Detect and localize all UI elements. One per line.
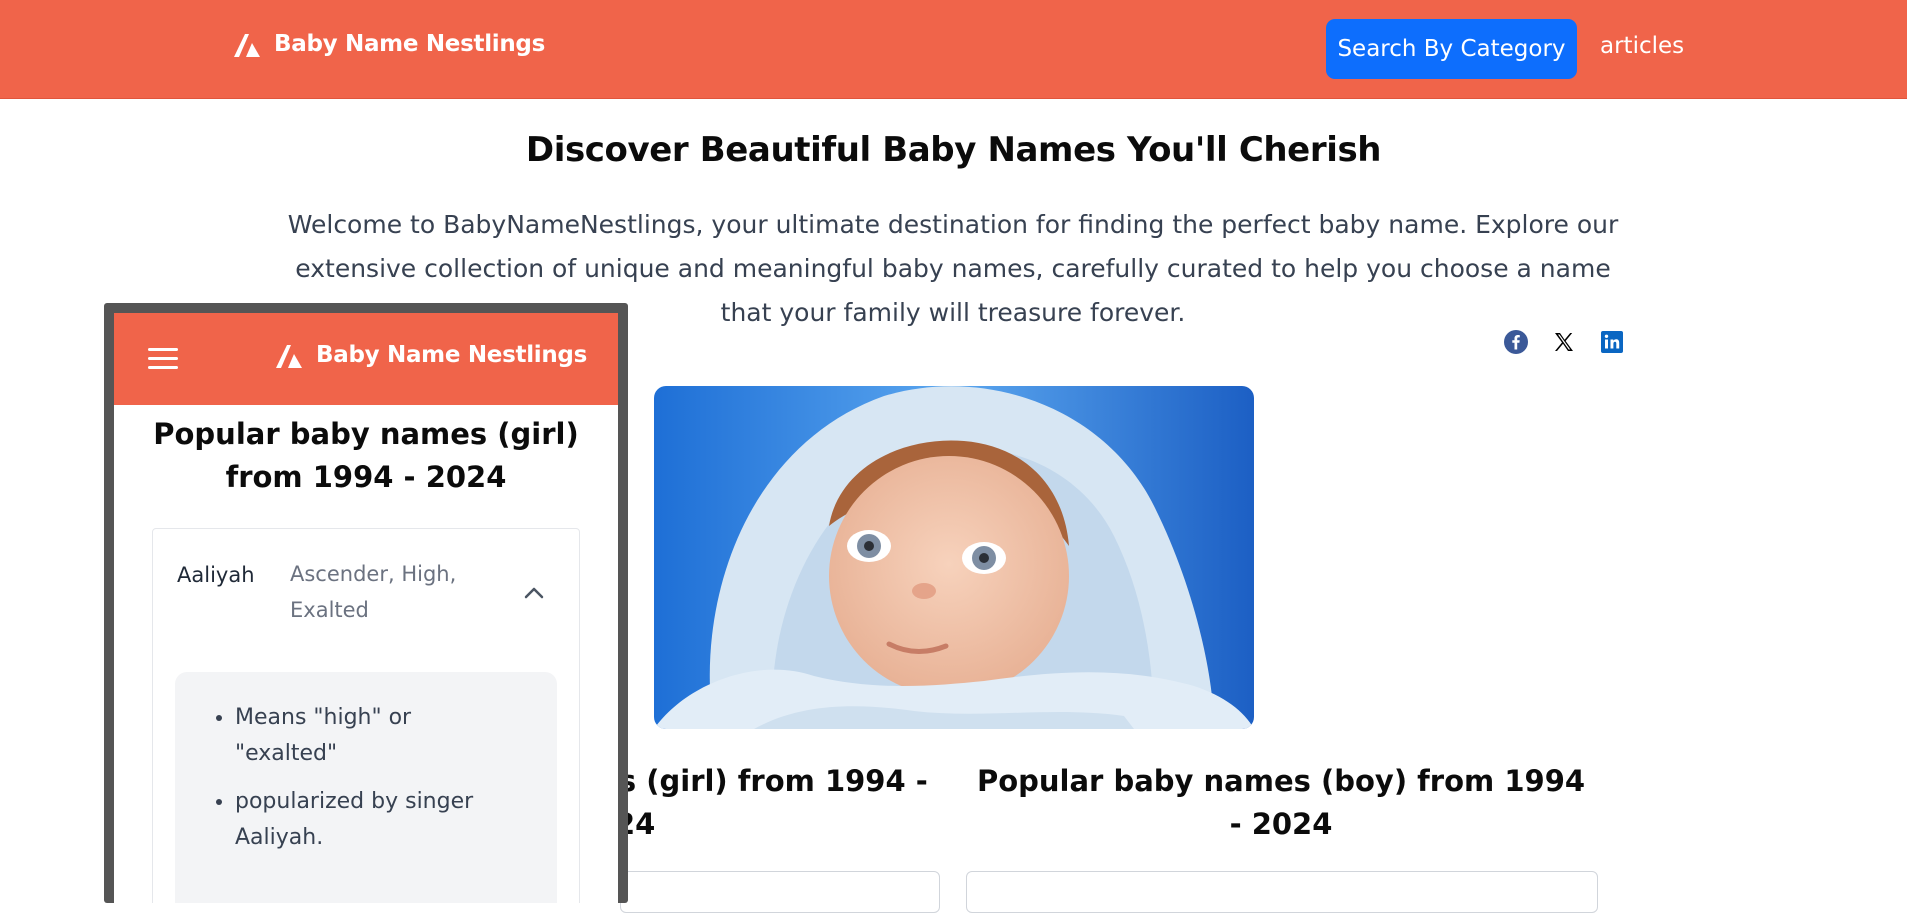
brand-link[interactable]: Baby Name Nestlings — [232, 30, 545, 58]
detail-item: popularized by singer Aaliyah. — [235, 784, 557, 856]
chevron-up-icon[interactable] — [523, 585, 545, 599]
x-icon[interactable] — [1552, 330, 1576, 354]
mobile-brand-name: Baby Name Nestlings — [316, 342, 587, 368]
brand-name: Baby Name Nestlings — [274, 31, 545, 57]
hamburger-icon[interactable] — [148, 348, 178, 370]
page-title: Discover Beautiful Baby Names You'll Che… — [525, 130, 1382, 170]
mobile-section-title: Popular baby names (girl) from 1994 - 20… — [153, 417, 579, 494]
boy-names-section-title: Popular baby names (boy) from 1994 - 202… — [976, 764, 1586, 841]
name-details-panel: Means "high" or "exalted" popularized by… — [175, 672, 557, 903]
name-accordion-item[interactable]: Aaliyah Ascender, High, Exalted Means "h… — [152, 528, 580, 903]
hero-baby-image — [654, 386, 1254, 729]
mobile-screen: Baby Name Nestlings Popular baby names (… — [114, 313, 618, 903]
boy-names-list-card — [966, 871, 1598, 913]
name-meaning: Ascender, High, Exalted — [290, 562, 457, 622]
baby-name: Aaliyah — [177, 563, 255, 587]
girl-names-list-card — [620, 871, 940, 913]
brand-logo-icon — [276, 345, 302, 368]
facebook-icon[interactable] — [1504, 330, 1528, 354]
brand-logo-icon — [234, 34, 260, 57]
top-navbar: Baby Name Nestlings Search By Category a… — [0, 0, 1907, 99]
mobile-navbar: Baby Name Nestlings — [114, 313, 618, 405]
search-by-category-button[interactable]: Search By Category — [1326, 19, 1577, 79]
articles-link[interactable]: articles — [1600, 33, 1684, 59]
mobile-preview-frame: Baby Name Nestlings Popular baby names (… — [104, 303, 628, 903]
share-buttons — [1504, 330, 1624, 354]
linkedin-icon[interactable] — [1600, 330, 1624, 354]
detail-item: Means "high" or "exalted" — [235, 700, 557, 772]
mobile-brand-link[interactable]: Baby Name Nestlings — [274, 341, 587, 369]
